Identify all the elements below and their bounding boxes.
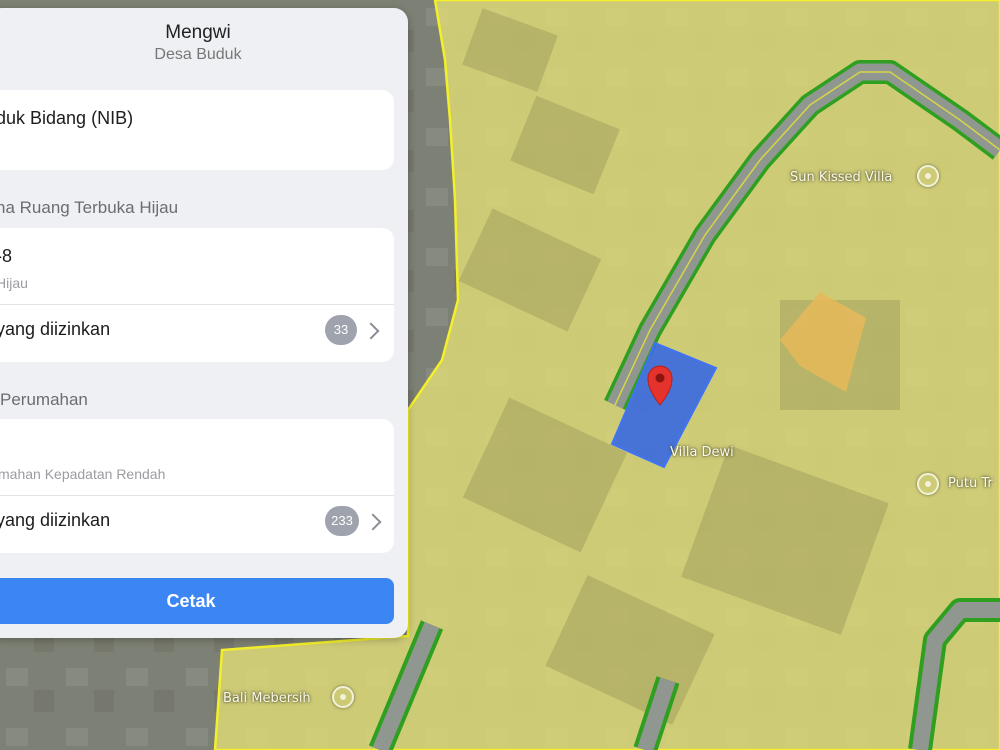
- chevron-right-icon: [364, 513, 382, 531]
- parcel-card[interactable]: duk Bidang (NIB): [0, 90, 394, 170]
- section-heading-rth: na Ruang Terbuka Hijau: [0, 198, 179, 217]
- print-button[interactable]: Cetak: [0, 578, 394, 624]
- poi-pin-icon[interactable]: [332, 686, 354, 708]
- info-panel: Mengwi Desa Buduk duk Bidang (NIB) na Ru…: [0, 8, 408, 638]
- poi-pin-icon[interactable]: [917, 473, 939, 495]
- panel-subtitle: Desa Buduk: [154, 46, 242, 63]
- zone-name: mahan Kepadatan Rendah: [0, 466, 166, 482]
- poi-label-bali-mebersih[interactable]: Bali Mebersih: [223, 691, 311, 706]
- poi-label-putu[interactable]: Putu Tr: [948, 476, 993, 491]
- allowed-activities-row-rth[interactable]: yang diizinkan 33: [0, 305, 394, 361]
- allowed-label: yang diizinkan: [0, 510, 111, 530]
- parcel-nib-label: duk Bidang (NIB): [0, 108, 134, 128]
- housing-card: mahan Kepadatan Rendah yang diizinkan 23…: [0, 419, 394, 553]
- count-badge: 33: [325, 315, 357, 345]
- zone-code: -8: [0, 246, 13, 266]
- zone-name: Hijau: [0, 275, 28, 291]
- section-heading-housing: Perumahan: [0, 390, 88, 409]
- poi-pin-icon[interactable]: [917, 165, 939, 187]
- count-badge: 233: [325, 506, 359, 536]
- chevron-right-icon: [362, 322, 380, 340]
- rth-card: -8 Hijau yang diizinkan 33: [0, 228, 394, 362]
- allowed-activities-row-housing[interactable]: yang diizinkan 233: [0, 496, 394, 552]
- panel-title: Mengwi: [165, 22, 231, 43]
- poi-label-villa-dewi[interactable]: Villa Dewi: [670, 445, 734, 460]
- allowed-label: yang diizinkan: [0, 319, 111, 339]
- poi-label-sun-kissed-villa[interactable]: Sun Kissed Villa: [790, 170, 892, 185]
